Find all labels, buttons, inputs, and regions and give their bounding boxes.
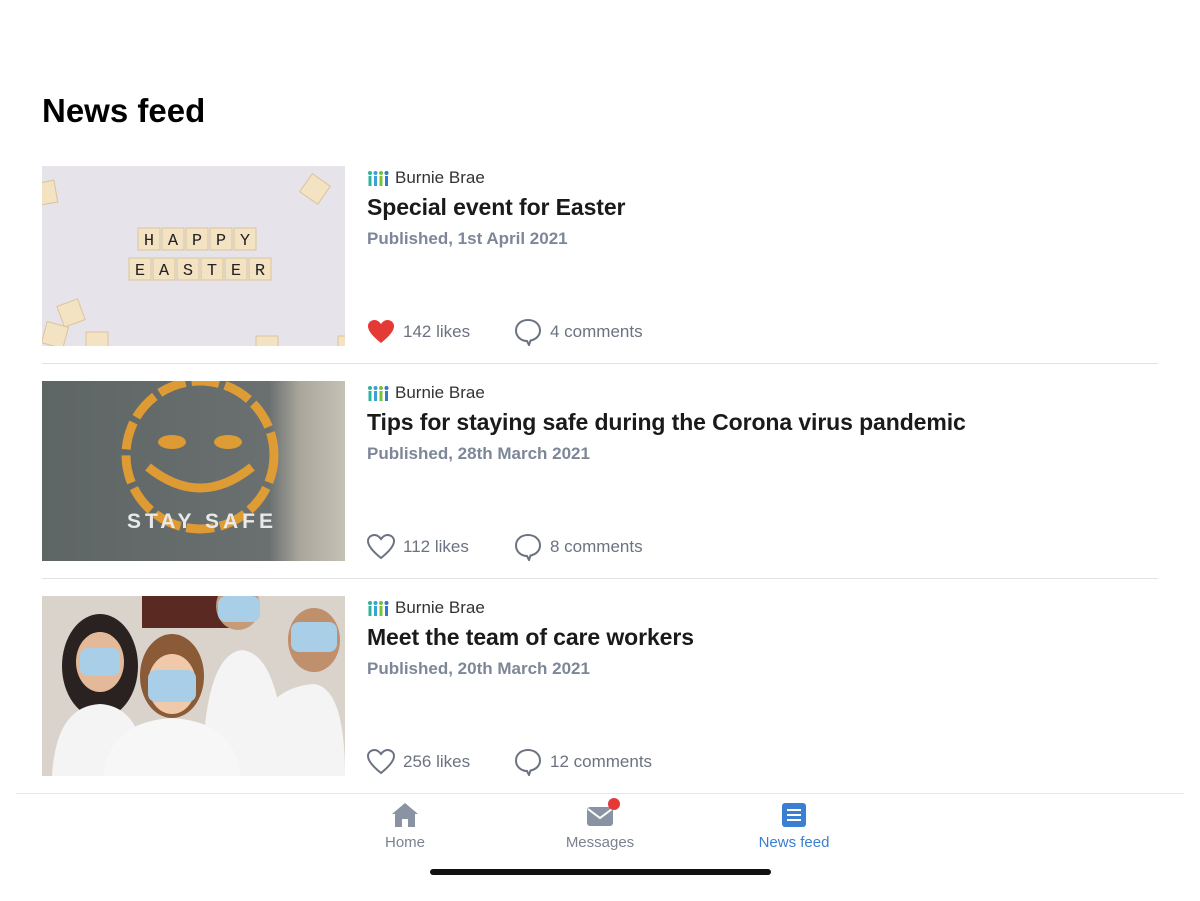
heart-outline-icon bbox=[367, 749, 395, 775]
comments-button[interactable]: 4 comments bbox=[514, 318, 643, 346]
post-image-stay-safe[interactable]: STAY SAFE bbox=[42, 381, 345, 561]
svg-text:A: A bbox=[168, 232, 179, 251]
news-post[interactable]: Burnie Brae Meet the team of care worker… bbox=[42, 596, 1158, 776]
comment-icon bbox=[514, 318, 542, 346]
likes-count: 256 likes bbox=[403, 752, 471, 771]
svg-text:T: T bbox=[207, 262, 217, 281]
heart-outline-icon bbox=[367, 534, 395, 560]
org-logo-icon bbox=[368, 171, 389, 186]
tab-news-feed[interactable]: News feed bbox=[734, 802, 854, 851]
post-image-care-workers[interactable] bbox=[42, 596, 345, 776]
comments-count: 8 comments bbox=[550, 537, 643, 556]
comments-button[interactable]: 12 comments bbox=[514, 748, 652, 776]
org-label: Burnie Brae bbox=[395, 383, 485, 402]
org-label: Burnie Brae bbox=[395, 598, 485, 617]
post-title[interactable]: Special event for Easter bbox=[367, 194, 625, 221]
newsfeed-icon bbox=[782, 803, 806, 827]
tab-home-label: Home bbox=[384, 834, 425, 851]
news-post[interactable]: H A P P Y E A S T E R Burnie Brae Specia… bbox=[42, 166, 1158, 364]
post-image-easter[interactable]: H A P P Y E A S T E R bbox=[42, 166, 345, 346]
page-title: News feed bbox=[42, 92, 206, 129]
divider bbox=[42, 578, 1158, 579]
org-name: Burnie Brae bbox=[367, 598, 485, 618]
like-button[interactable]: 256 likes bbox=[367, 749, 514, 775]
published-date: Published, 28th March 2021 bbox=[367, 444, 590, 463]
news-post[interactable]: STAY SAFE Burnie Brae Tips for staying s… bbox=[42, 381, 1158, 579]
tab-bar: Home Messages News feed bbox=[16, 793, 1184, 901]
svg-text:E: E bbox=[231, 262, 241, 281]
heart-filled-icon bbox=[368, 320, 394, 343]
likes-count: 112 likes bbox=[403, 537, 469, 556]
published-date: Published, 1st April 2021 bbox=[367, 229, 568, 248]
news-feed-list: H A P P Y E A S T E R Burnie Brae Specia… bbox=[42, 166, 1158, 776]
image-caption: STAY SAFE bbox=[127, 510, 277, 533]
published-date: Published, 20th March 2021 bbox=[367, 659, 590, 678]
tab-messages-label: Messages bbox=[565, 834, 635, 851]
likes-count: 142 likes bbox=[403, 322, 471, 341]
org-logo-icon bbox=[368, 601, 389, 616]
comments-count: 4 comments bbox=[550, 322, 643, 341]
org-logo-icon bbox=[368, 386, 389, 401]
comment-icon bbox=[514, 748, 542, 776]
home-indicator[interactable] bbox=[430, 869, 771, 875]
org-name: Burnie Brae bbox=[367, 383, 485, 403]
post-title[interactable]: Meet the team of care workers bbox=[367, 624, 694, 651]
comment-icon bbox=[514, 533, 542, 561]
like-button[interactable]: 142 likes bbox=[367, 319, 514, 345]
comments-button[interactable]: 8 comments bbox=[514, 533, 643, 561]
post-title[interactable]: Tips for staying safe during the Corona … bbox=[367, 409, 966, 436]
svg-text:E: E bbox=[135, 262, 145, 281]
svg-text:S: S bbox=[183, 262, 193, 281]
svg-text:Y: Y bbox=[240, 232, 250, 251]
svg-text:P: P bbox=[216, 232, 226, 251]
svg-text:A: A bbox=[159, 262, 170, 281]
svg-text:P: P bbox=[192, 232, 202, 251]
like-button[interactable]: 112 likes bbox=[367, 534, 514, 560]
divider bbox=[42, 363, 1158, 364]
comments-count: 12 comments bbox=[550, 752, 653, 771]
svg-text:R: R bbox=[255, 262, 265, 281]
tab-messages[interactable]: Messages bbox=[540, 798, 660, 851]
org-label: Burnie Brae bbox=[395, 168, 485, 187]
home-icon bbox=[392, 803, 418, 827]
tab-news-feed-label: News feed bbox=[758, 834, 830, 851]
notification-badge bbox=[608, 798, 620, 810]
tab-home[interactable]: Home bbox=[345, 802, 465, 851]
tile-letter: H bbox=[144, 232, 154, 251]
org-name: Burnie Brae bbox=[367, 168, 485, 188]
